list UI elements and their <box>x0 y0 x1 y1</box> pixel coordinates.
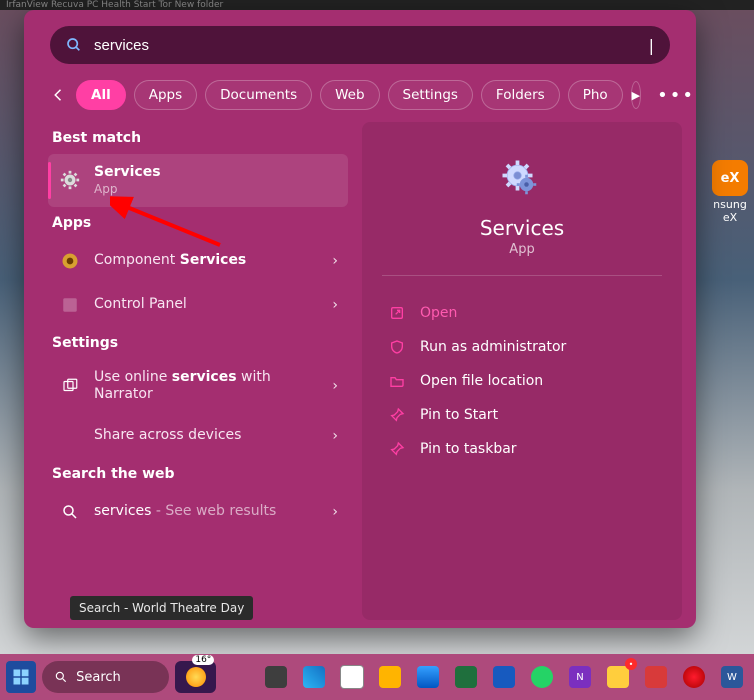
result-services-app[interactable]: Services App <box>48 154 348 207</box>
tab-web[interactable]: Web <box>320 80 379 110</box>
preview-subtitle: App <box>382 242 662 257</box>
taskbar-word[interactable]: W <box>716 661 748 693</box>
action-label: Run as administrator <box>420 339 566 355</box>
label-bold: Services <box>180 252 247 268</box>
dex-icon: eX <box>712 160 748 196</box>
taskbar-whatsapp[interactable] <box>526 661 558 693</box>
control-panel-icon <box>58 293 82 317</box>
action-label: Pin to Start <box>420 407 498 423</box>
tab-photos[interactable]: Pho <box>568 80 623 110</box>
preview-pane: Services App Open Run as administrator O <box>362 122 682 620</box>
pin-icon <box>388 406 406 424</box>
search-icon <box>58 500 82 524</box>
taskbar-search-label: Search <box>76 670 121 685</box>
action-pin-taskbar[interactable]: Pin to taskbar <box>382 432 662 466</box>
temperature: 16° <box>192 655 214 665</box>
section-web: Search the web <box>48 458 348 490</box>
taskbar-app-1[interactable] <box>260 661 292 693</box>
taskbar-opera[interactable] <box>678 661 710 693</box>
result-web-search[interactable]: services - See web results › <box>48 490 348 534</box>
label-prefix: Use online <box>94 369 172 385</box>
action-pin-start[interactable]: Pin to Start <box>382 398 662 432</box>
back-button[interactable] <box>50 82 68 108</box>
label-prefix: services <box>94 503 151 519</box>
taskbar-weather[interactable]: 16° <box>175 661 216 693</box>
chevron-right-icon: › <box>332 297 338 313</box>
taskbar-app-3[interactable] <box>336 661 368 693</box>
search-input[interactable] <box>92 36 639 55</box>
divider <box>382 275 662 276</box>
taskbar-explorer[interactable]: • <box>602 661 634 693</box>
taskbar-app-7[interactable] <box>488 661 520 693</box>
section-apps: Apps <box>48 207 348 239</box>
preview-title: Services <box>382 216 662 240</box>
chevron-right-icon: › <box>332 253 338 269</box>
result-control-panel[interactable]: Control Panel › <box>48 283 348 327</box>
tab-documents[interactable]: Documents <box>205 80 312 110</box>
sun-icon <box>186 667 206 687</box>
action-open-location[interactable]: Open file location <box>382 364 662 398</box>
start-button[interactable] <box>6 661 36 693</box>
pin-icon <box>388 440 406 458</box>
tab-folders[interactable]: Folders <box>481 80 560 110</box>
blank-icon <box>58 424 82 448</box>
external-icon <box>58 374 82 398</box>
taskbar-app-2[interactable] <box>298 661 330 693</box>
taskbar: Search 16° N • W <box>0 654 754 700</box>
action-label: Pin to taskbar <box>420 441 517 457</box>
results-column: Best match Services App Apps Component S… <box>48 122 348 620</box>
chevron-right-icon: › <box>332 504 338 520</box>
overflow-menu[interactable]: ••• <box>657 85 695 106</box>
taskbar-onenote[interactable]: N <box>564 661 596 693</box>
dex-label-1: nsung <box>710 198 750 211</box>
taskbar-app-4[interactable] <box>374 661 406 693</box>
label: Share across devices <box>94 427 320 445</box>
desktop-icon-labels: IrfanView Recuva PC Health Start Tor New… <box>0 0 754 10</box>
label-prefix: Component <box>94 252 180 268</box>
dex-label-2: eX <box>710 211 750 224</box>
tab-more[interactable]: ▶ <box>631 81 641 109</box>
folder-icon <box>388 372 406 390</box>
gear-icon <box>58 168 82 192</box>
result-component-services[interactable]: Component Services › <box>48 239 348 283</box>
section-settings: Settings <box>48 327 348 359</box>
action-label: Open <box>420 305 457 321</box>
gears-icon <box>498 156 546 204</box>
action-label: Open file location <box>420 373 543 389</box>
taskbar-app-5[interactable] <box>412 661 444 693</box>
text-cursor: | <box>649 36 654 55</box>
result-title: Services <box>94 164 161 180</box>
result-narrator-services[interactable]: Use online services with Narrator › <box>48 359 348 414</box>
label-suffix: - See web results <box>151 503 276 519</box>
shield-icon <box>388 338 406 356</box>
taskbar-apps: N • W <box>260 661 748 693</box>
samsung-dex-shortcut[interactable]: eX nsung eX <box>710 160 750 224</box>
label: Control Panel <box>94 296 320 314</box>
search-flyout: | All Apps Documents Web Settings Folder… <box>24 10 696 628</box>
search-bar[interactable]: | <box>50 26 670 64</box>
tab-all[interactable]: All <box>76 80 126 110</box>
taskbar-app-6[interactable] <box>450 661 482 693</box>
chevron-right-icon: › <box>332 378 338 394</box>
taskbar-snip[interactable] <box>640 661 672 693</box>
label-bold: services <box>172 369 237 385</box>
search-icon <box>66 37 82 53</box>
result-type: App <box>94 182 338 197</box>
open-icon <box>388 304 406 322</box>
result-share-devices[interactable]: Share across devices › <box>48 414 348 458</box>
tooltip: Search - World Theatre Day <box>70 596 253 620</box>
tab-apps[interactable]: Apps <box>134 80 197 110</box>
section-best-match: Best match <box>48 122 348 154</box>
component-services-icon <box>58 249 82 273</box>
action-open[interactable]: Open <box>382 296 662 330</box>
tab-settings[interactable]: Settings <box>388 80 473 110</box>
filter-row: All Apps Documents Web Settings Folders … <box>24 74 696 122</box>
chevron-right-icon: › <box>332 428 338 444</box>
taskbar-search[interactable]: Search <box>42 661 169 693</box>
action-run-admin[interactable]: Run as administrator <box>382 330 662 364</box>
